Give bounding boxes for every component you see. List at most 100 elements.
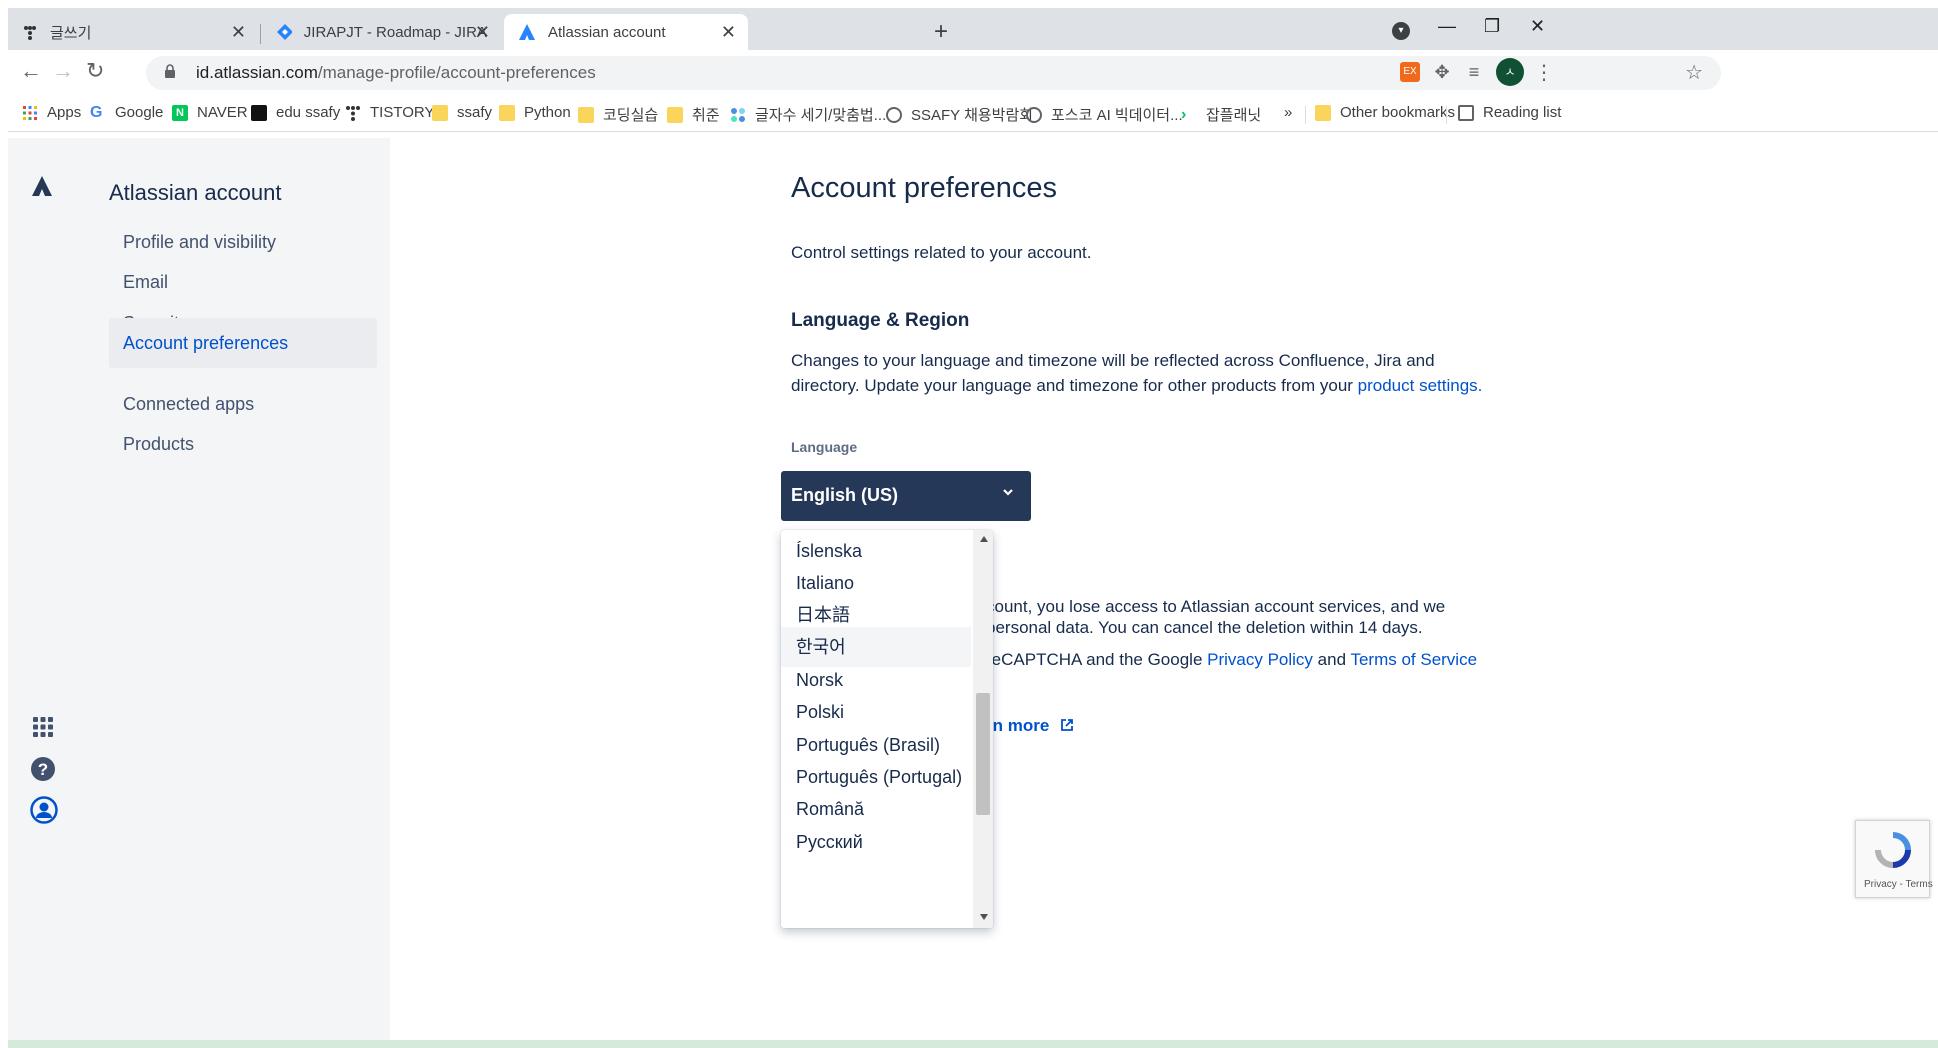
tab-tistory[interactable]: 글쓰기 ✕ — [8, 14, 258, 50]
tab-title: JIRAPJT - Roadmap - JIRAPJT — [303, 23, 488, 41]
app-switcher-icon[interactable] — [32, 716, 54, 738]
folder-icon — [667, 106, 683, 123]
bookmark-posco[interactable]: 포스코 AI 빅데이터... — [1026, 104, 1183, 125]
external-link-icon — [1061, 719, 1073, 731]
tab-strip: 글쓰기 ✕ JIRAPJT - Roadmap - JIRAPJT ✕ Atla… — [8, 8, 1938, 50]
bookmark-char-count[interactable]: 글자수 세기/맞춤법... — [730, 104, 886, 125]
delete-account-text-2: personal data. You can cancel the deleti… — [986, 618, 1423, 637]
bookmark-label: NAVER — [197, 104, 248, 121]
sidebar-item-account-preferences[interactable]: Account preferences — [109, 318, 377, 368]
bookmarks-bar: Apps G Google N NAVER edu ssafy TISTORY … — [8, 96, 1938, 132]
bookmark-label: 글자수 세기/맞춤법... — [755, 107, 887, 124]
sidebar-item-label: Products — [123, 434, 195, 454]
sidebar-item-products[interactable]: Products — [109, 419, 377, 469]
browser-menu-icon[interactable]: ⋮ — [1534, 60, 1554, 85]
naver-icon: N — [172, 104, 188, 121]
scroll-up-icon[interactable] — [980, 536, 988, 542]
folder-icon — [432, 104, 448, 121]
sidebar-item-label: Email — [123, 272, 169, 292]
forward-icon[interactable]: → — [52, 58, 74, 84]
product-settings-link[interactable]: product settings. — [1358, 376, 1483, 395]
more-bookmarks-label: » — [1284, 104, 1293, 121]
edu-ssafy-icon — [251, 104, 267, 121]
media-control-icon[interactable]: ≡ — [1464, 62, 1484, 82]
learn-more-link[interactable]: rn more — [986, 716, 1074, 736]
bookmark-label: 코딩실습 — [603, 107, 659, 124]
bookmark-google[interactable]: G Google — [90, 104, 163, 121]
reading-list-icon — [1458, 104, 1474, 121]
extensions-puzzle-icon[interactable]: ✥ — [1432, 62, 1452, 82]
globe-icon — [1026, 106, 1042, 123]
bookmark-label: TISTORY — [370, 104, 435, 121]
bookmark-label: 취준 — [692, 107, 720, 124]
bookmark-star-icon[interactable]: ☆ — [1685, 60, 1703, 85]
bookmark-folder-ssafy[interactable]: ssafy — [432, 104, 492, 121]
scroll-thumb[interactable] — [976, 693, 990, 815]
chevron-down-icon — [1003, 489, 1013, 496]
close-icon[interactable]: ✕ — [231, 22, 246, 43]
bookmark-separator — [1446, 106, 1447, 124]
bookmark-other[interactable]: Other bookmarks — [1315, 104, 1455, 121]
section-text-2: directory. Update your language and time… — [791, 376, 1358, 395]
bookmark-tistory[interactable]: TISTORY — [345, 104, 434, 121]
profile-icon[interactable] — [30, 796, 58, 824]
section-text-1: Changes to your language and timezone wi… — [791, 351, 1435, 370]
recaptcha-notice: reCAPTCHA and the Google Privacy Policy … — [986, 650, 1477, 670]
scroll-down-icon[interactable] — [980, 914, 988, 920]
bookmark-edu-ssafy[interactable]: edu ssafy — [251, 104, 340, 121]
new-tab-icon[interactable]: + — [934, 18, 948, 46]
recaptcha-badge[interactable]: Privacy - Terms — [1855, 820, 1933, 898]
window-close-icon[interactable]: ✕ — [1530, 16, 1545, 37]
privacy-policy-link[interactable]: Privacy Policy — [1207, 650, 1313, 669]
url-text: id.atlassian.com/manage-profile/account-… — [196, 63, 596, 83]
atlassian-logo-icon[interactable] — [30, 174, 54, 198]
more-bookmarks-button[interactable]: » — [1284, 104, 1292, 121]
back-icon[interactable]: ← — [20, 58, 42, 84]
page-description: Control settings related to your account… — [791, 243, 1092, 262]
bookmark-separator — [1305, 106, 1306, 124]
folder-icon — [578, 106, 594, 123]
profile-avatar[interactable]: ㅅ — [1496, 58, 1524, 86]
bookmark-folder-jobs[interactable]: 취준 — [667, 104, 720, 125]
learn-more-label: rn more — [986, 716, 1050, 735]
globe-icon — [886, 106, 902, 123]
tab-atlassian[interactable]: Atlassian account ✕ — [504, 14, 748, 50]
folder-icon — [499, 104, 515, 121]
language-value: English (US) — [791, 485, 898, 505]
recaptcha-prefix: reCAPTCHA and the Google — [986, 650, 1208, 669]
help-icon[interactable]: ? — [30, 756, 56, 782]
dropdown-scrollbar[interactable] — [973, 530, 993, 928]
close-icon[interactable]: ✕ — [721, 22, 736, 43]
minimize-icon[interactable]: — — [1438, 16, 1456, 37]
reload-icon[interactable]: ↻ — [86, 58, 104, 84]
recaptcha-icon — [1875, 832, 1911, 868]
address-bar[interactable]: id.atlassian.com/manage-profile/account-… — [146, 56, 1721, 90]
language-select[interactable]: English (US) — [781, 471, 1031, 521]
bookmark-jobplanet[interactable]: › 잡플래닛 — [1181, 104, 1261, 125]
language-option[interactable]: Русский — [781, 822, 971, 862]
atlassian-icon — [519, 24, 535, 40]
bookmark-folder-coding[interactable]: 코딩실습 — [578, 104, 658, 125]
bookmark-label: 포스코 AI 빅데이터... — [1051, 107, 1183, 124]
bookmark-label: 잡플래닛 — [1206, 107, 1262, 124]
bookmark-ssafy-fair[interactable]: SSAFY 채용박람회 — [886, 104, 1033, 125]
tab-title: Atlassian account — [548, 23, 666, 41]
url-host: id.atlassian.com — [196, 63, 318, 82]
section-title: Language & Region — [791, 310, 970, 331]
jobplanet-icon: › — [1181, 105, 1187, 123]
restore-icon[interactable]: ❐ — [1484, 16, 1500, 37]
extension-ex-icon[interactable]: EX — [1400, 62, 1420, 82]
bookmark-apps[interactable]: Apps — [22, 104, 81, 121]
reading-list-button[interactable]: Reading list — [1458, 104, 1561, 121]
tistory-icon — [24, 26, 36, 40]
terms-of-service-link[interactable]: Terms of Service — [1350, 650, 1477, 669]
close-icon[interactable]: ✕ — [475, 22, 490, 43]
tab-jira[interactable]: JIRAPJT - Roadmap - JIRAPJT ✕ — [262, 14, 502, 50]
lock-icon — [165, 64, 175, 78]
tab-search-icon[interactable]: ▾ — [1392, 22, 1410, 40]
bookmark-folder-python[interactable]: Python — [499, 104, 571, 121]
tistory-icon — [346, 105, 360, 121]
apps-grid-icon — [23, 105, 37, 120]
bookmark-naver[interactable]: N NAVER — [172, 104, 248, 121]
reading-list-label: Reading list — [1483, 104, 1562, 121]
